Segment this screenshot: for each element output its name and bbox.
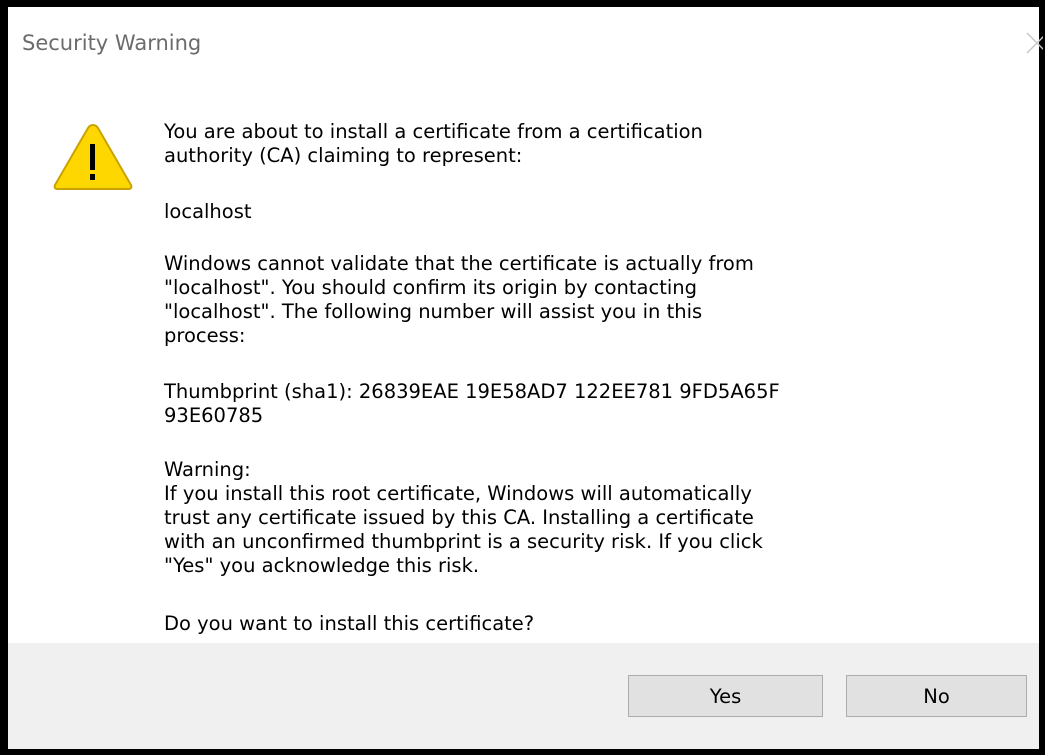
- security-warning-dialog: Security Warning You are about to instal…: [0, 0, 1045, 755]
- title-bar: Security Warning: [8, 7, 1043, 75]
- validation-text: Windows cannot validate that the certifi…: [164, 252, 754, 347]
- warning-text: Warning: If you install this root certif…: [164, 458, 763, 577]
- warning-icon: [52, 122, 134, 192]
- close-icon[interactable]: [1021, 27, 1043, 57]
- intro-text: You are about to install a certificate f…: [164, 120, 703, 167]
- question-text: Do you want to install this certificate?: [164, 612, 535, 635]
- thumbprint-text: Thumbprint (sha1): 26839EAE 19E58AD7 122…: [164, 380, 780, 427]
- button-bar: Yes No: [8, 643, 1039, 749]
- no-button[interactable]: No: [846, 675, 1027, 717]
- host-name: localhost: [164, 200, 252, 223]
- yes-button[interactable]: Yes: [628, 675, 823, 717]
- dialog-title: Security Warning: [22, 31, 202, 55]
